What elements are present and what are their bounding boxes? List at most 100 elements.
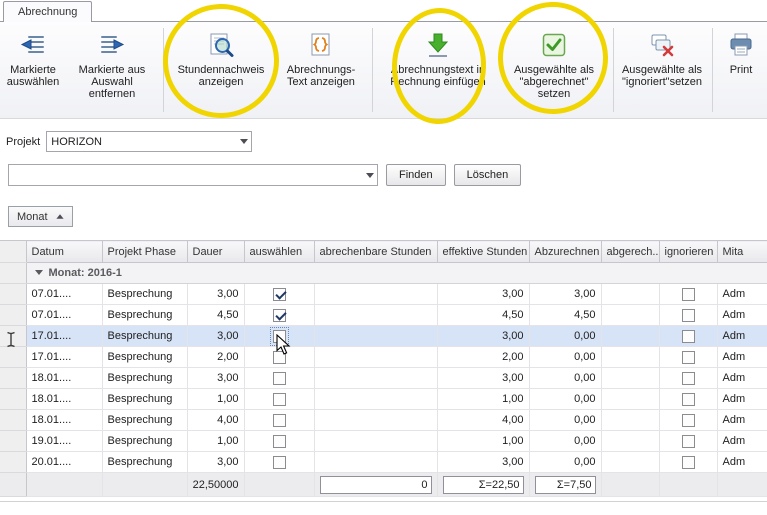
clear-button[interactable]: Löschen xyxy=(454,164,522,186)
set-billed-icon xyxy=(540,29,568,61)
table-row[interactable]: 18.01....Besprechung4,004,000,00Adm xyxy=(0,410,767,431)
toolbar-separator xyxy=(163,28,164,112)
column-header-abrechenbare-stunden[interactable]: abrechenbare Stunden xyxy=(314,241,437,263)
select-checkbox[interactable] xyxy=(273,288,286,301)
select-checkbox[interactable] xyxy=(273,351,286,364)
cell-abrechenbar xyxy=(314,347,437,368)
ignore-checkbox[interactable] xyxy=(682,351,695,364)
cell-mitarbeiter: Adm xyxy=(717,368,767,389)
row-indicator[interactable] xyxy=(0,452,26,473)
footer-cell: 0 xyxy=(314,473,437,497)
column-header-dauer[interactable]: Dauer xyxy=(187,241,244,263)
cell-abgerechnet xyxy=(601,389,659,410)
group-chip-monat[interactable]: Monat xyxy=(8,206,73,227)
cell-auswaehlen xyxy=(244,452,314,473)
cell-dauer: 2,00 xyxy=(187,347,244,368)
column-header-abzurechnen[interactable]: Abzurechnen xyxy=(529,241,601,263)
cell-auswaehlen xyxy=(244,305,314,326)
cell-ignorieren xyxy=(659,326,717,347)
table-row[interactable]: 17.01....Besprechung2,002,000,00Adm xyxy=(0,347,767,368)
print-button[interactable]: Print xyxy=(718,26,764,112)
cell-datum: 18.01.... xyxy=(26,410,102,431)
set-ignored-button[interactable]: Ausgewählte als "ignoriert"setzen xyxy=(617,26,707,112)
ribbon-tab-strip: Abrechnung xyxy=(0,0,767,22)
cell-effektiv: 4,00 xyxy=(437,410,529,431)
select-checkbox[interactable] xyxy=(273,330,286,343)
cell-mitarbeiter: Adm xyxy=(717,431,767,452)
search-combobox[interactable] xyxy=(8,164,378,186)
table-row[interactable]: 18.01....Besprechung3,003,000,00Adm xyxy=(0,368,767,389)
cell-ignorieren xyxy=(659,410,717,431)
row-indicator[interactable] xyxy=(0,389,26,410)
ignore-checkbox[interactable] xyxy=(682,330,695,343)
table-row[interactable]: 18.01....Besprechung1,001,000,00Adm xyxy=(0,389,767,410)
set-billed-button[interactable]: Ausgewählte als "abgerechnet" setzen xyxy=(500,26,608,112)
show-timesheet-button[interactable]: Stundennachweis anzeigen xyxy=(173,26,269,112)
cell-abrechenbar xyxy=(314,284,437,305)
cell-datum: 17.01.... xyxy=(26,326,102,347)
cell-auswaehlen xyxy=(244,347,314,368)
cell-abrechenbar xyxy=(314,389,437,410)
panel-bottom-border xyxy=(0,501,767,502)
row-indicator[interactable] xyxy=(0,305,26,326)
ignore-checkbox[interactable] xyxy=(682,456,695,469)
row-indicator[interactable] xyxy=(0,368,26,389)
sum-abzurechnen: Σ=7,50 xyxy=(535,476,596,494)
table-row[interactable]: 20.01....Besprechung3,003,000,00Adm xyxy=(0,452,767,473)
row-indicator[interactable] xyxy=(0,431,26,452)
ignore-checkbox[interactable] xyxy=(682,372,695,385)
cell-auswaehlen xyxy=(244,389,314,410)
dropdown-arrow-icon[interactable] xyxy=(362,165,377,185)
insert-invoice-text-button[interactable]: Abrechnungstext in Rechnung einfügen xyxy=(386,26,490,112)
column-header-effektive-stunden[interactable]: effektive Stunden xyxy=(437,241,529,263)
row-indicator[interactable] xyxy=(0,284,26,305)
collapse-icon[interactable] xyxy=(35,270,43,275)
table-row[interactable]: 07.01....Besprechung4,504,504,50Adm xyxy=(0,305,767,326)
select-checkbox[interactable] xyxy=(273,393,286,406)
dropdown-arrow-icon[interactable] xyxy=(236,132,251,151)
cell-effektiv: 4,50 xyxy=(437,305,529,326)
footer-cell xyxy=(601,473,659,497)
table-row[interactable]: 17.01....Besprechung3,003,000,00Adm xyxy=(0,326,767,347)
table-row[interactable]: 19.01....Besprechung1,001,000,00Adm xyxy=(0,431,767,452)
cell-abzurechnen: 3,00 xyxy=(529,284,601,305)
ignore-checkbox[interactable] xyxy=(682,435,695,448)
column-header-abgerechnet[interactable]: abgerech... xyxy=(601,241,659,263)
table-row[interactable]: 07.01....Besprechung3,003,003,00Adm xyxy=(0,284,767,305)
select-checkbox[interactable] xyxy=(273,372,286,385)
remove-from-selection-button[interactable]: Markierte aus Auswahl entfernen xyxy=(66,26,158,112)
cell-effektiv: 3,00 xyxy=(437,452,529,473)
cell-phase: Besprechung xyxy=(102,410,187,431)
column-header-projekt-phase[interactable]: Projekt Phase xyxy=(102,241,187,263)
column-header-datum[interactable]: Datum xyxy=(26,241,102,263)
ignore-checkbox[interactable] xyxy=(682,309,695,322)
column-header-mitarbeiter[interactable]: Mita xyxy=(717,241,767,263)
cell-abzurechnen: 0,00 xyxy=(529,326,601,347)
ignore-checkbox[interactable] xyxy=(682,393,695,406)
ignore-checkbox[interactable] xyxy=(682,288,695,301)
search-input[interactable] xyxy=(9,165,362,185)
select-checkbox[interactable] xyxy=(273,435,286,448)
project-select[interactable]: HORIZON xyxy=(46,131,252,152)
select-checkbox[interactable] xyxy=(273,309,286,322)
row-indicator[interactable] xyxy=(0,326,26,347)
tab-abrechnung[interactable]: Abrechnung xyxy=(3,1,92,22)
select-marked-button[interactable]: Markierte auswählen xyxy=(2,26,64,112)
select-checkbox[interactable] xyxy=(273,456,286,469)
cell-datum: 18.01.... xyxy=(26,389,102,410)
find-button[interactable]: Finden xyxy=(386,164,446,186)
cell-datum: 19.01.... xyxy=(26,431,102,452)
row-indicator[interactable] xyxy=(0,347,26,368)
column-header-ignorieren[interactable]: ignorieren xyxy=(659,241,717,263)
sum-effektive-stunden: Σ=22,50 xyxy=(443,476,524,494)
show-billing-text-button[interactable]: Abrechnungs-Text anzeigen xyxy=(275,26,367,112)
row-indicator[interactable] xyxy=(0,410,26,431)
select-checkbox[interactable] xyxy=(273,414,286,427)
ignore-checkbox[interactable] xyxy=(682,414,695,427)
column-header-auswaehlen[interactable]: auswählen xyxy=(244,241,314,263)
cell-effektiv: 3,00 xyxy=(437,368,529,389)
button-label: Abrechnungs-Text anzeigen xyxy=(277,64,365,88)
cell-abzurechnen: 0,00 xyxy=(529,410,601,431)
ribbon-toolbar: Markierte auswählen Markierte aus Auswah… xyxy=(0,22,767,119)
group-row[interactable]: Monat: 2016-1 xyxy=(0,263,767,284)
